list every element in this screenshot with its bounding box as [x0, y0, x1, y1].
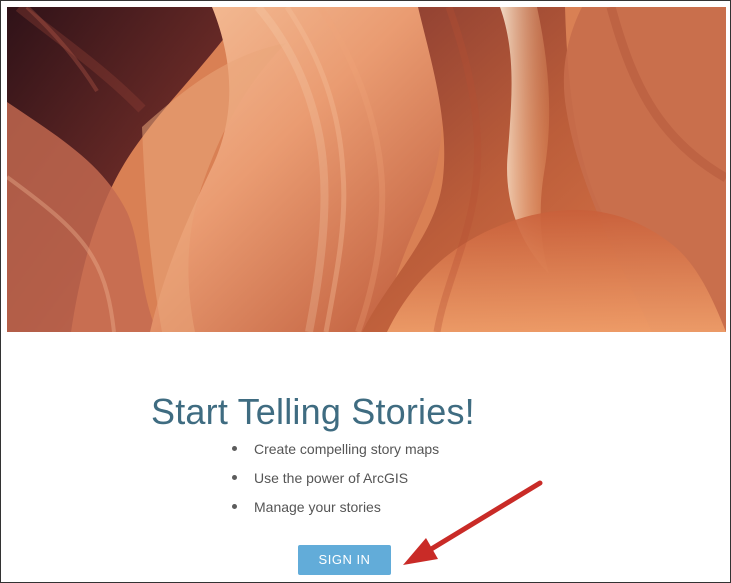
feature-label: Create compelling story maps	[254, 440, 440, 457]
canyon-photo	[7, 7, 726, 332]
bullet-dot-icon	[232, 504, 237, 509]
canyon-photo-illustration	[7, 7, 726, 332]
page-title: Start Telling Stories!	[151, 391, 475, 433]
story-maps-welcome-page: Start Telling Stories! Create compelling…	[0, 0, 731, 583]
feature-label: Manage your stories	[254, 498, 381, 515]
feature-label: Use the power of ArcGIS	[254, 469, 409, 486]
sign-in-button[interactable]: SIGN IN	[298, 545, 391, 575]
red-arrow-icon	[403, 480, 543, 565]
bullet-dot-icon	[232, 446, 237, 451]
feature-item-create: Create compelling story maps	[221, 434, 439, 463]
bullet-dot-icon	[232, 475, 237, 480]
